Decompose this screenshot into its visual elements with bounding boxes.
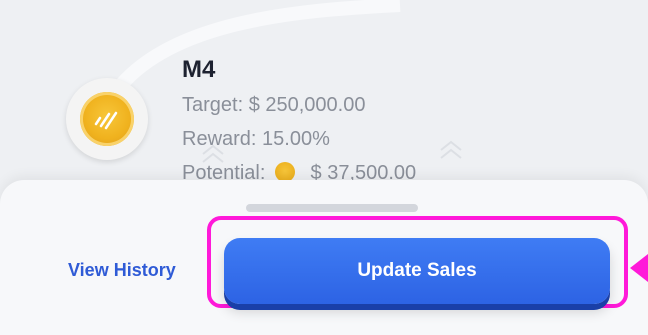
tier-name: M4: [182, 56, 216, 83]
tier-medal-icon: [66, 78, 148, 160]
view-history-link[interactable]: View History: [68, 260, 176, 281]
chevron-up-icon: [202, 144, 224, 163]
potential-coin-icon: [274, 162, 295, 182]
tier-target: Target: $ 250,000.00: [182, 94, 366, 116]
update-sales-button[interactable]: Update Sales: [224, 238, 610, 304]
pointer-arrow-icon: [630, 254, 648, 282]
chevron-up-icon: [440, 140, 462, 159]
coin-icon: [80, 92, 134, 146]
sheet-drag-handle[interactable]: [246, 204, 418, 212]
tier-card-area: M4 Target: $ 250,000.00 Reward: 15.00% P…: [0, 0, 648, 205]
